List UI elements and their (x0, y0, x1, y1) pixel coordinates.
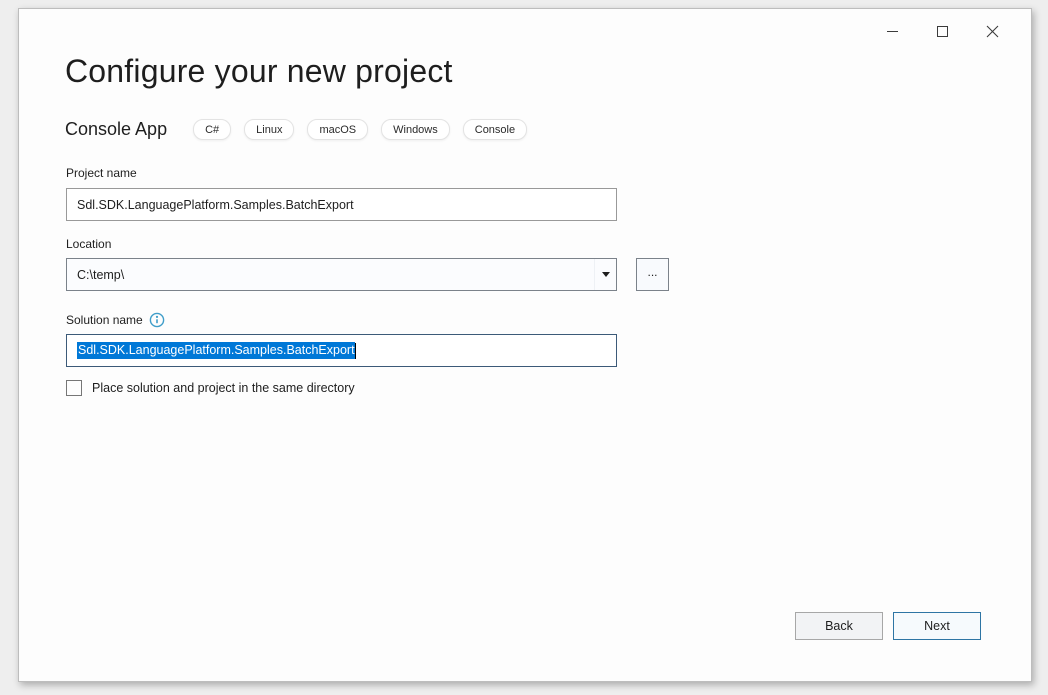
maximize-button[interactable] (917, 15, 967, 47)
chevron-down-icon (601, 272, 610, 277)
same-directory-checkbox-label: Place solution and project in the same d… (92, 381, 355, 395)
next-button[interactable]: Next (893, 612, 981, 640)
solution-name-label-text: Solution name (66, 313, 143, 327)
project-name-input[interactable] (66, 188, 617, 221)
back-button[interactable]: Back (795, 612, 883, 640)
tag-macos: macOS (307, 119, 369, 140)
location-combobox[interactable]: C:\temp\ (66, 258, 617, 291)
same-directory-checkbox-row[interactable]: Place solution and project in the same d… (66, 380, 355, 396)
tag-csharp: C# (193, 119, 232, 140)
minimize-button[interactable] (867, 15, 917, 47)
minimize-icon (886, 30, 898, 32)
text-caret (354, 342, 356, 359)
maximize-icon (936, 25, 948, 37)
location-label: Location (66, 237, 112, 251)
solution-name-label: Solution name (66, 312, 165, 328)
window-controls (867, 15, 1017, 47)
location-value: C:\temp\ (77, 267, 125, 282)
template-row: Console App C# Linux macOS Windows Conso… (65, 119, 528, 140)
tag-console: Console (462, 119, 528, 140)
template-tag-list: C# Linux macOS Windows Console (193, 119, 528, 140)
tag-linux: Linux (244, 119, 295, 140)
configure-project-dialog: Configure your new project Console App C… (18, 8, 1032, 682)
browse-location-button[interactable]: ... (636, 258, 669, 291)
location-dropdown-button[interactable] (594, 259, 616, 290)
solution-name-input[interactable]: Sdl.SDK.LanguagePlatform.Samples.BatchEx… (66, 334, 617, 367)
info-icon[interactable] (149, 312, 165, 328)
page-title: Configure your new project (65, 53, 453, 89)
close-icon (986, 25, 998, 37)
project-name-label: Project name (66, 166, 137, 180)
same-directory-checkbox[interactable] (66, 380, 82, 396)
template-name: Console App (65, 119, 168, 139)
close-button[interactable] (967, 15, 1017, 47)
solution-name-selected-text: Sdl.SDK.LanguagePlatform.Samples.BatchEx… (77, 342, 355, 359)
tag-windows: Windows (381, 119, 450, 140)
